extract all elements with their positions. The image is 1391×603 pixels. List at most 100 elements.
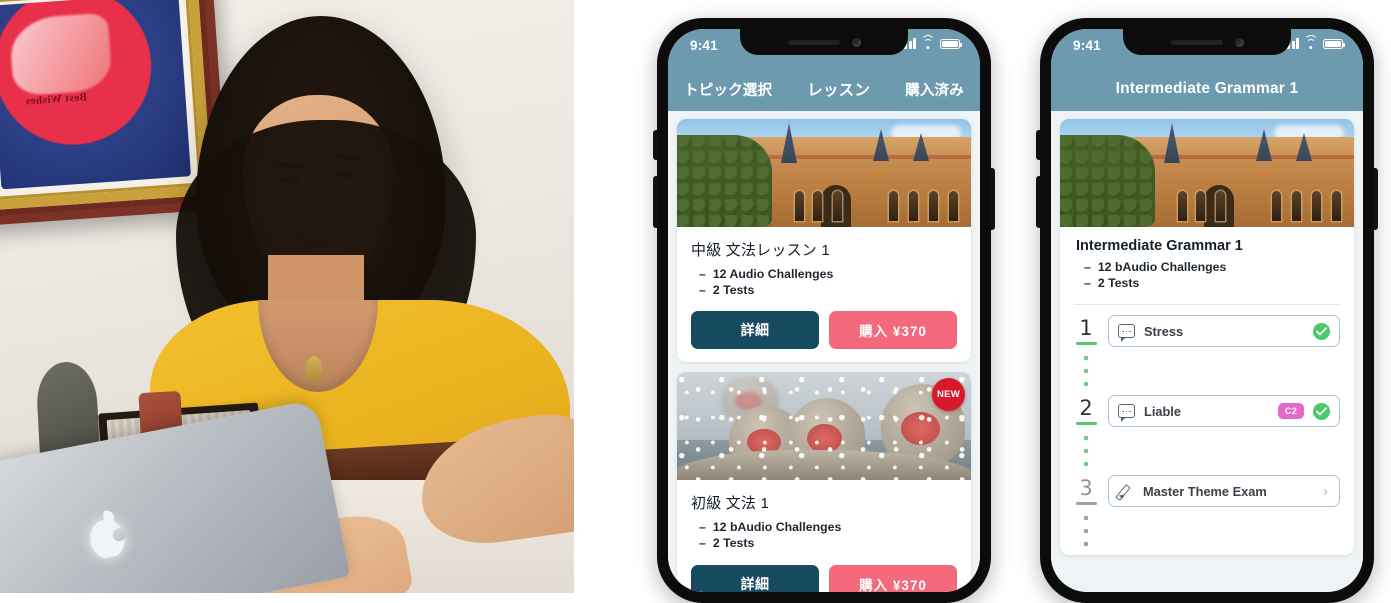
phone-lesson-list: 9:41 トピック選択 レッスン 購入済み 中級 文法レッスン 1 – 12 A… bbox=[653, 18, 995, 603]
cefr-level-badge: C2 bbox=[1277, 403, 1304, 420]
battery-icon bbox=[1323, 38, 1346, 49]
nav-purchased[interactable]: 購入済み bbox=[905, 79, 964, 100]
page-title: Intermediate Grammar 1 bbox=[1115, 80, 1299, 97]
detail-title: Intermediate Grammar 1 bbox=[1076, 238, 1243, 254]
detail-button[interactable]: 詳細 bbox=[691, 311, 819, 350]
card-image-oxford bbox=[677, 119, 971, 227]
step-connector-dots bbox=[1074, 356, 1098, 387]
step-number: 2 bbox=[1079, 396, 1093, 421]
buy-button[interactable]: 購入 ¥370 bbox=[829, 564, 957, 592]
step-number-wrap: 2 bbox=[1074, 396, 1098, 426]
lesson-step-row[interactable]: 3 Master Theme Exam › bbox=[1060, 475, 1354, 508]
front-camera-icon bbox=[1234, 37, 1244, 47]
bullet-dash: – bbox=[1084, 260, 1091, 274]
screenshot-stage: Best Wishes 9:41 トピック選択 レッスン 購入済み 中級 文法レ… bbox=[0, 0, 1391, 603]
status-icons bbox=[900, 35, 963, 49]
feature-item: – 12 Audio Challenges bbox=[699, 267, 957, 283]
feature-item: – 2 Tests bbox=[699, 536, 957, 552]
lifestyle-photo: Best Wishes bbox=[0, 0, 574, 593]
battery-icon bbox=[940, 38, 963, 49]
card-body: 初級 文法 1 – 12 bAudio Challenges – 2 Tests bbox=[677, 480, 971, 592]
bullet-dash: – bbox=[699, 267, 706, 281]
step-connector-dots bbox=[1074, 516, 1098, 547]
phone2-nav-bar: Intermediate Grammar 1 bbox=[1051, 67, 1363, 111]
feature-text: 12 Audio Challenges bbox=[712, 267, 834, 281]
card-body: 中級 文法レッスン 1 – 12 Audio Challenges – 2 Te… bbox=[677, 227, 971, 362]
status-icons bbox=[1283, 35, 1346, 49]
check-circle-icon bbox=[1313, 322, 1330, 340]
phone1-content-scroll[interactable]: 中級 文法レッスン 1 – 12 Audio Challenges – 2 Te… bbox=[668, 111, 980, 592]
wifi-icon bbox=[921, 35, 935, 49]
feature-item: – 2 Tests bbox=[699, 283, 957, 299]
buy-button[interactable]: 購入 ¥370 bbox=[829, 311, 957, 350]
card-feature-list: – 12 bAudio Challenges – 2 Tests bbox=[699, 520, 957, 551]
step-number-underline bbox=[1075, 342, 1097, 346]
step-number-wrap: 1 bbox=[1074, 316, 1098, 346]
chat-bubble-icon bbox=[1118, 404, 1135, 423]
feature-text: 12 bAudio Challenges bbox=[712, 520, 842, 535]
lesson-pill[interactable]: Stress bbox=[1108, 315, 1340, 348]
earpiece-speaker bbox=[1170, 39, 1223, 45]
lesson-pill[interactable]: Liable C2 bbox=[1108, 395, 1340, 428]
phone2-screen: 9:41 Intermediate Grammar 1 Intermediate… bbox=[1051, 29, 1363, 592]
lesson-steps-list: 1 Stress 2 Liable C2 3 Master Theme Exam… bbox=[1060, 305, 1354, 547]
step-connector-dots bbox=[1074, 436, 1098, 467]
nav-topic-select[interactable]: トピック選択 bbox=[684, 79, 772, 100]
apple-logo-icon bbox=[86, 516, 128, 561]
lesson-card[interactable]: 中級 文法レッスン 1 – 12 Audio Challenges – 2 Te… bbox=[677, 119, 971, 363]
phone2-notch bbox=[1123, 29, 1291, 55]
chat-bubble-icon bbox=[1118, 324, 1135, 343]
lesson-step-row[interactable]: 1 Stress bbox=[1060, 315, 1354, 348]
earpiece-speaker bbox=[787, 39, 840, 45]
card-feature-list: – 12 Audio Challenges – 2 Tests bbox=[699, 267, 957, 298]
lesson-label: Master Theme Exam bbox=[1143, 483, 1267, 499]
detail-image-oxford bbox=[1060, 119, 1354, 227]
ivy-vines bbox=[677, 135, 772, 227]
lesson-label: Liable bbox=[1144, 403, 1181, 419]
wifi-icon bbox=[1304, 35, 1318, 49]
card-actions: 詳細 購入 ¥370 bbox=[691, 564, 957, 592]
front-camera-icon bbox=[851, 37, 861, 47]
bullet-dash: – bbox=[1084, 275, 1091, 290]
card-title: 初級 文法 1 bbox=[691, 495, 770, 513]
lesson-label: Stress bbox=[1144, 323, 1184, 339]
detail-feature-list: – 12 bAudio Challenges – 2 Tests bbox=[1084, 260, 1338, 291]
detail-button[interactable]: 詳細 bbox=[691, 564, 819, 592]
step-number-wrap: 3 bbox=[1074, 476, 1098, 506]
step-number: 3 bbox=[1079, 476, 1093, 501]
bullet-dash: – bbox=[699, 536, 706, 551]
lesson-pill[interactable]: Master Theme Exam › bbox=[1108, 475, 1340, 508]
step-number-underline bbox=[1075, 422, 1097, 426]
pencil-icon bbox=[1118, 483, 1134, 499]
feature-text: 12 bAudio Challenges bbox=[1097, 260, 1227, 274]
feature-text: 2 Tests bbox=[1097, 275, 1140, 290]
card-actions: 詳細 購入 ¥370 bbox=[691, 311, 957, 350]
phone2-content-scroll[interactable]: Intermediate Grammar 1 – 12 bAudio Chall… bbox=[1051, 111, 1363, 592]
phone1-nav-bar: トピック選択 レッスン 購入済み bbox=[668, 67, 980, 111]
power-button[interactable] bbox=[991, 168, 995, 230]
nav-lessons[interactable]: レッスン bbox=[807, 78, 870, 100]
artwork-text: Best Wishes bbox=[25, 91, 88, 108]
feature-text: 2 Tests bbox=[712, 282, 755, 297]
card-image-snow-monkeys: NEW bbox=[677, 372, 971, 481]
lesson-step-row[interactable]: 2 Liable C2 bbox=[1060, 395, 1354, 428]
feature-item: – 12 bAudio Challenges bbox=[699, 520, 957, 536]
chevron-right-icon: › bbox=[1323, 482, 1328, 500]
feature-text: 2 Tests bbox=[712, 536, 755, 551]
step-number: 1 bbox=[1079, 316, 1093, 341]
status-time: 9:41 bbox=[1073, 38, 1101, 53]
lesson-card[interactable]: NEW 初級 文法 1 – 12 bAudio Challenges – 2 T… bbox=[677, 372, 971, 592]
falling-snow bbox=[677, 372, 971, 481]
bullet-dash: – bbox=[699, 520, 706, 535]
feature-item: – 12 bAudio Challenges bbox=[1084, 260, 1338, 276]
phone-lesson-detail: 9:41 Intermediate Grammar 1 Intermediate… bbox=[1036, 18, 1378, 603]
bullet-dash: – bbox=[699, 282, 706, 297]
necklace-pendant bbox=[306, 356, 322, 382]
phone-mockups: 9:41 トピック選択 レッスン 購入済み 中級 文法レッスン 1 – 12 A… bbox=[574, 0, 1391, 603]
lesson-detail-card: Intermediate Grammar 1 – 12 bAudio Chall… bbox=[1060, 119, 1354, 556]
phone1-notch bbox=[740, 29, 908, 55]
card-title: 中級 文法レッスン 1 bbox=[691, 242, 830, 259]
power-button[interactable] bbox=[1374, 168, 1378, 230]
detail-header: Intermediate Grammar 1 – 12 bAudio Chall… bbox=[1060, 227, 1354, 304]
status-time: 9:41 bbox=[690, 38, 718, 53]
